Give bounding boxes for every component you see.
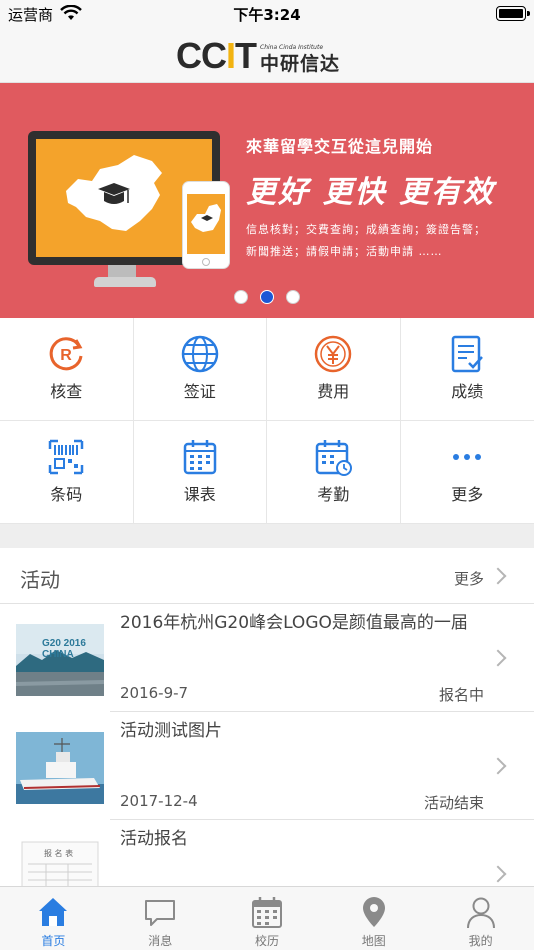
function-barcode[interactable]: 条码 — [0, 421, 134, 524]
tab-label: 消息 — [148, 934, 173, 948]
chevron-right-icon — [489, 757, 507, 775]
function-label: 签证 — [183, 382, 216, 401]
visa-globe-icon — [181, 335, 218, 373]
function-label: 考勤 — [317, 485, 350, 504]
activity-thumbnail — [16, 732, 104, 804]
more-activities-link[interactable]: 更多 — [454, 568, 484, 589]
chevron-right-icon[interactable] — [489, 567, 507, 585]
china-map-icon — [66, 155, 162, 231]
banner-slogan-2: 更好 更快 更有效 — [246, 175, 495, 210]
app-logo: CCIT China Cinda Institute 中研信达 — [176, 35, 341, 76]
banner-slogan-4: 新聞推送；請假申請；活動申請 …… — [246, 245, 443, 258]
chevron-right-icon — [489, 865, 507, 883]
map-pin-icon — [362, 897, 385, 927]
function-label: 课表 — [183, 485, 216, 504]
home-icon — [39, 898, 68, 926]
tab-home[interactable]: 首页 — [0, 887, 107, 950]
clock-label: 下午3:24 — [233, 6, 301, 24]
tab-label: 校历 — [254, 934, 279, 948]
activity-date: 2016-9-7 — [120, 684, 189, 702]
verify-icon: R — [49, 337, 83, 371]
app-header: CCIT China Cinda Institute 中研信达 — [0, 28, 534, 83]
activity-date: 2017-12-4 — [120, 792, 198, 810]
tab-label: 我的 — [468, 934, 493, 948]
activity-list-item[interactable]: G20 2016 CHINA 2016年杭州G20峰会LOGO是颜值最高的一届 … — [0, 604, 534, 712]
logo-chinese: 中研信达 — [260, 53, 341, 75]
attendance-icon — [316, 440, 353, 476]
section-divider — [0, 524, 534, 548]
logo-mark: CCIT — [176, 35, 257, 76]
function-label: 条码 — [50, 485, 83, 504]
activity-title: 2016年杭州G20峰会LOGO是颜值最高的一届 — [120, 613, 468, 633]
function-verify[interactable]: R 核查 — [0, 318, 134, 421]
function-label: 更多 — [451, 485, 484, 504]
battery-icon — [496, 6, 530, 21]
section-title: 活动 — [20, 568, 60, 592]
timetable-icon — [183, 440, 216, 475]
thumbnail-caption: G20 2016 CHINA — [42, 638, 86, 660]
tab-profile[interactable]: 我的 — [427, 887, 534, 950]
china-map-small-icon — [191, 204, 221, 232]
function-label: 费用 — [317, 382, 350, 401]
function-fee[interactable]: 费用 — [267, 318, 401, 421]
function-visa[interactable]: 签证 — [133, 318, 267, 421]
activity-thumbnail: G20 2016 CHINA — [16, 624, 104, 696]
activity-title: 活动报名 — [120, 829, 188, 849]
function-attendance[interactable]: 考勤 — [267, 421, 401, 524]
profile-icon — [466, 897, 495, 929]
tab-map[interactable]: 地图 — [320, 887, 427, 950]
tab-calendar[interactable]: 校历 — [214, 887, 321, 950]
banner-slogan-1: 來華留學交互從這兒開始 — [246, 137, 434, 156]
grades-icon — [452, 335, 484, 373]
banner-carousel[interactable]: 來華留學交互從這兒開始 更好 更快 更有效 信息核對；交費查詢；成績查詢；簽證告… — [0, 83, 534, 318]
banner-slogan-3: 信息核對；交費查詢；成績查詢；簽證告警； — [246, 223, 486, 236]
thumbnail-caption: 报 名 表 — [44, 849, 74, 858]
activity-section-header: 活动 更多 — [0, 548, 534, 604]
tab-messages[interactable]: 消息 — [107, 887, 214, 950]
tab-label: 地图 — [361, 934, 386, 948]
page-dot-active[interactable] — [260, 290, 274, 304]
fee-yen-icon — [315, 335, 352, 373]
logo-english: China Cinda Institute — [260, 44, 324, 51]
page-dot[interactable] — [234, 290, 248, 304]
function-timetable[interactable]: 课表 — [133, 421, 267, 524]
activity-status: 活动结束 — [423, 794, 484, 812]
activity-list-item[interactable]: 活动测试图片 2017-12-4 活动结束 — [0, 712, 534, 820]
barcode-icon — [49, 439, 84, 475]
function-label: 成绩 — [451, 382, 484, 401]
function-grades[interactable]: 成绩 — [400, 318, 534, 421]
page-dot[interactable] — [286, 290, 300, 304]
carousel-page-indicator — [0, 290, 534, 304]
function-grid: R 核查 签证 费用 成绩 条码 课表 考勤 更多 — [0, 318, 534, 524]
activity-status: 报名中 — [438, 686, 484, 704]
bottom-tab-bar: 首页 消息 校历 地图 我的 — [0, 886, 534, 950]
function-more[interactable]: 更多 — [400, 421, 534, 524]
svg-text:R: R — [60, 347, 72, 364]
message-icon — [145, 900, 176, 926]
function-label: 核查 — [50, 382, 83, 401]
more-icon — [453, 454, 482, 460]
chevron-right-icon — [489, 649, 507, 667]
calendar-icon — [251, 897, 282, 928]
activity-title: 活动测试图片 — [120, 721, 222, 741]
tab-label: 首页 — [41, 934, 66, 948]
status-bar: 运营商 下午3:24 — [0, 0, 534, 28]
phone-illustration — [182, 181, 230, 269]
